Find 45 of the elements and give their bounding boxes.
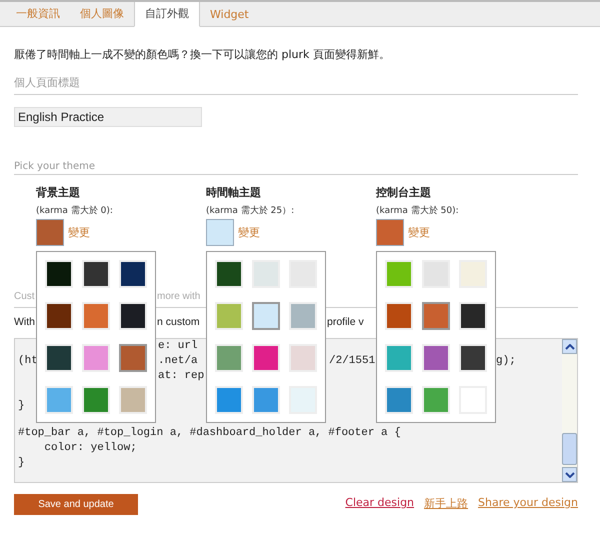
section-heading: Cust (14, 291, 35, 304)
theme-swatch[interactable] (252, 302, 280, 330)
change-link[interactable]: 變更 (238, 225, 260, 240)
footer-link[interactable]: 新手上路 (424, 496, 468, 511)
scrollbar-thumb[interactable] (562, 433, 577, 465)
intro-text: 厭倦了時間軸上一成不變的顏色嗎？換一下可以讓您的 plurk 頁面變得新鮮。 (14, 47, 391, 62)
change-link[interactable]: 變更 (408, 225, 430, 240)
description-text: With (14, 316, 35, 328)
tab[interactable]: 一般資訊 (6, 2, 70, 26)
theme-title: 背景主題 (36, 185, 81, 200)
description-text: n custom (157, 316, 200, 328)
footer-link[interactable]: Share your design (478, 496, 578, 511)
theme-swatch[interactable] (119, 344, 147, 372)
code-text: (ht (18, 354, 38, 369)
code-text: at: rep (158, 369, 204, 384)
karma-requirement: (karma 需大於 25）: (206, 204, 296, 217)
code-text: /2/1551 (329, 354, 376, 369)
description-text: profile v (327, 316, 364, 328)
tab[interactable]: 自訂外觀 (134, 2, 200, 27)
code-text: } (18, 399, 25, 414)
theme-swatch[interactable] (422, 302, 450, 330)
tab[interactable]: 個人圖像 (70, 2, 134, 26)
current-theme-swatch (36, 219, 64, 246)
footer-link[interactable]: Clear design (345, 496, 414, 511)
section-heading: 個人頁面標題 (14, 75, 578, 95)
scroll-up-icon[interactable] (562, 339, 577, 354)
current-theme-swatch (206, 219, 234, 246)
section-heading: more with (157, 291, 200, 304)
save-button[interactable]: Save and update (14, 494, 138, 515)
change-link[interactable]: 變更 (68, 225, 90, 240)
karma-requirement: (karma 需大於 0): (36, 204, 114, 217)
code-text: color: yellow; (43, 441, 137, 456)
theme-title: 控制台主題 (376, 185, 432, 200)
title-input-field[interactable]: English Practice (14, 107, 202, 127)
scroll-down-icon[interactable] (562, 467, 577, 482)
theme-title: 時間軸主題 (206, 185, 262, 200)
tab[interactable]: Widget (200, 3, 259, 26)
code-text: } (18, 456, 25, 471)
code-text: g); (496, 354, 516, 369)
code-text: .net/a (158, 354, 198, 369)
code-text: #top_bar a, #top_login a, #dashboard_holder a, #footer a { (18, 426, 401, 441)
current-theme-swatch (376, 219, 404, 246)
code-text: e: url (158, 339, 198, 354)
karma-requirement: (karma 需大於 50): (376, 204, 460, 217)
section-heading: Pick your theme (14, 161, 578, 175)
